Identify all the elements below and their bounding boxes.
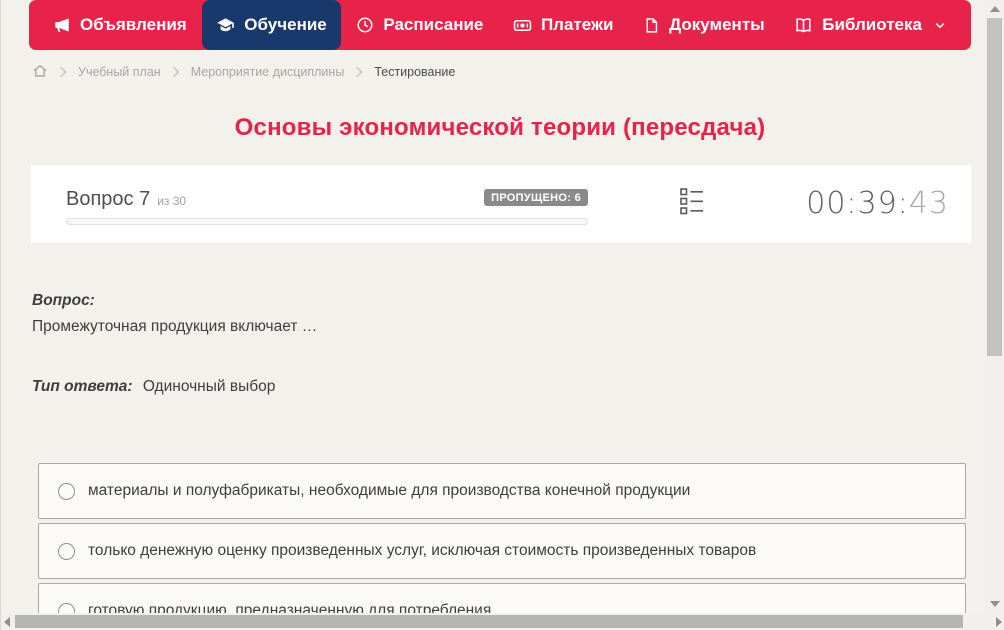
document-icon — [643, 17, 660, 34]
nav-tab-documents[interactable]: Документы — [629, 0, 779, 50]
app-viewport: Объявления Обучение Расписание Платежи Д… — [0, 0, 1004, 630]
scroll-left-arrow-icon[interactable] — [4, 617, 10, 627]
nav-tab-label: Объявления — [80, 15, 187, 34]
nav-tab-label: Расписание — [383, 15, 484, 34]
progress-bar — [66, 218, 588, 225]
question-number: Вопрос 7 — [66, 188, 151, 210]
question-progress-block: Вопрос 7 из 30 ПРОПУЩЕНО: 6 — [66, 188, 588, 225]
nav-tab-schedule[interactable]: Расписание — [342, 0, 497, 50]
skipped-badge: ПРОПУЩЕНО: 6 — [484, 189, 588, 206]
radio-button[interactable] — [58, 482, 75, 500]
horizontal-scrollbar[interactable] — [1, 613, 1004, 630]
answer-type-line: Тип ответа: Одиночный выбор — [32, 378, 275, 396]
question-text: Промежуточная продукция включает … — [32, 318, 318, 335]
answer-option-text: материалы и полуфабрикаты, необходимые д… — [88, 482, 691, 499]
answer-type-label: Тип ответа: — [32, 378, 133, 395]
book-icon — [794, 16, 813, 35]
megaphone-icon — [53, 16, 71, 34]
scroll-up-arrow-icon[interactable] — [990, 6, 1000, 12]
answer-option-1[interactable]: материалы и полуфабрикаты, необходимые д… — [38, 463, 966, 519]
answer-option-2[interactable]: только денежную оценку произведенных усл… — [38, 523, 966, 579]
answer-options: материалы и полуфабрикаты, необходимые д… — [38, 463, 966, 630]
question-total: из 30 — [157, 194, 187, 208]
nav-tab-announcements[interactable]: Объявления — [39, 0, 201, 50]
nav-tab-label: Обучение — [244, 15, 327, 34]
breadcrumb-item-curriculum[interactable]: Учебный план — [78, 65, 161, 79]
breadcrumb: Учебный план Мероприятие дисциплины Тест… — [32, 62, 455, 82]
scroll-right-arrow-icon[interactable] — [996, 617, 1002, 627]
home-icon[interactable] — [32, 63, 48, 82]
question-list-button[interactable] — [676, 183, 708, 225]
timer-hours-minutes: 00:39: — [806, 185, 909, 221]
question-list-icon — [680, 188, 704, 220]
scroll-down-arrow-icon[interactable] — [990, 601, 1000, 607]
nav-tab-learning[interactable]: Обучение — [202, 0, 341, 50]
breadcrumb-item-discipline-event[interactable]: Мероприятие дисциплины — [191, 65, 345, 79]
chevron-right-icon — [59, 66, 67, 78]
chevron-right-icon — [172, 66, 180, 78]
banknote-icon — [513, 16, 532, 35]
answer-option-text: только денежную оценку произведенных усл… — [88, 542, 757, 559]
radio-button[interactable] — [58, 542, 75, 560]
nav-tab-payments[interactable]: Платежи — [499, 0, 628, 50]
chevron-down-icon — [933, 18, 947, 32]
main-navbar: Объявления Обучение Расписание Платежи Д… — [29, 0, 971, 50]
question-label: Вопрос: — [32, 292, 95, 309]
nav-tab-label: Документы — [669, 15, 765, 34]
timer-seconds: 43 — [908, 185, 949, 221]
question-header-panel: Вопрос 7 из 30 ПРОПУЩЕНО: 6 00:39:43 — [31, 165, 971, 243]
vertical-scrollbar[interactable] — [985, 0, 1004, 613]
answer-type-value: Одиночный выбор — [142, 378, 276, 395]
timer: 00:39:43 — [806, 186, 949, 221]
nav-tab-library[interactable]: Библиотека — [780, 0, 961, 50]
nav-tab-label: Библиотека — [822, 15, 922, 34]
horizontal-scrollbar-thumb[interactable] — [15, 615, 963, 628]
chevron-right-icon — [355, 66, 363, 78]
breadcrumb-item-testing: Тестирование — [374, 65, 456, 79]
nav-tab-label: Платежи — [540, 15, 614, 34]
graduation-cap-icon — [216, 16, 235, 35]
page-title: Основы экономической теории (пересдача) — [234, 114, 766, 141]
vertical-scrollbar-thumb[interactable] — [987, 18, 1002, 356]
clock-icon — [356, 16, 374, 34]
